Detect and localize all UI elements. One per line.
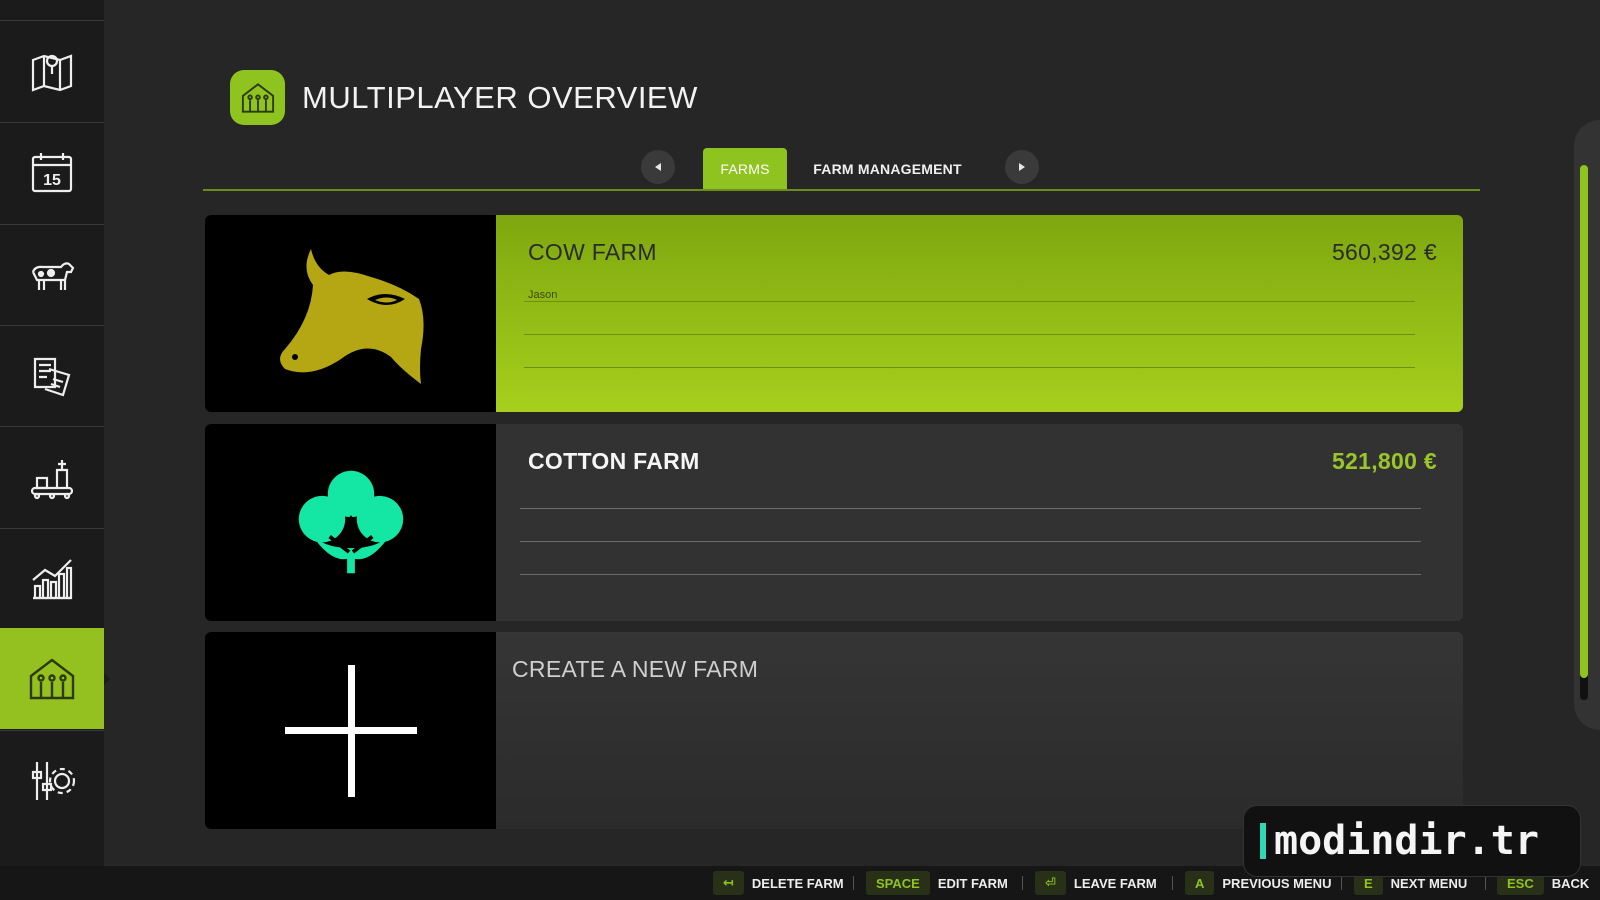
sidebar: 15 xyxy=(0,0,110,866)
key-a: A xyxy=(1185,871,1215,895)
watermark-text: modindir.tr xyxy=(1274,818,1539,864)
hint-delete-farm[interactable]: ↤ DELETE FARM xyxy=(713,870,844,896)
key-backspace: ↤ xyxy=(713,871,744,895)
farm-row-cow[interactable]: COW FARM 560,392 € Jason xyxy=(205,215,1463,412)
page-title: MULTIPLAYER OVERVIEW xyxy=(302,80,698,115)
contracts-icon xyxy=(33,357,71,397)
member-line xyxy=(524,301,1415,302)
farm-name: COTTON FARM xyxy=(528,448,700,474)
sidebar-item-calendar[interactable]: 15 xyxy=(0,122,104,223)
calendar-icon: 15 xyxy=(31,153,73,193)
calendar-day: 15 xyxy=(43,172,61,189)
hint-label: NEXT MENU xyxy=(1390,875,1468,891)
farm-building-icon xyxy=(230,70,285,125)
member-line xyxy=(520,541,1421,542)
hint-label: PREVIOUS MENU xyxy=(1222,875,1332,891)
multiplayer-farm-icon xyxy=(29,657,75,699)
arrow-right-icon xyxy=(1019,163,1025,171)
scrollbar-thumb[interactable] xyxy=(1580,165,1588,678)
key-enter: ⏎ xyxy=(1035,871,1066,895)
cow-icon xyxy=(31,262,75,290)
sidebar-item-production[interactable] xyxy=(0,426,104,527)
tab-prev-button[interactable] xyxy=(641,150,675,184)
hint-separator xyxy=(1022,876,1023,890)
sidebar-item-statistics[interactable] xyxy=(0,528,104,629)
tab-farms[interactable]: FARMS xyxy=(703,148,787,189)
farm-info: CREATE A NEW FARM xyxy=(496,632,1463,829)
hint-leave-farm[interactable]: ⏎ LEAVE FARM xyxy=(1035,870,1157,896)
farm-name: COW FARM xyxy=(528,239,657,265)
hint-label: LEAVE FARM xyxy=(1073,875,1157,891)
member-line xyxy=(520,574,1421,575)
map-icon xyxy=(31,54,73,92)
hint-label: EDIT FARM xyxy=(937,875,1008,891)
sidebar-item-map[interactable] xyxy=(0,20,104,121)
farm-icon-box xyxy=(205,215,496,412)
sidebar-item-multiplayer[interactable] xyxy=(0,628,110,729)
farm-icon-box xyxy=(205,632,496,829)
hint-label: DELETE FARM xyxy=(751,875,844,891)
statistics-icon xyxy=(32,559,73,600)
watermark: modindir.tr xyxy=(1243,805,1581,877)
member-line xyxy=(520,508,1421,509)
farm-info: COW FARM 560,392 € Jason xyxy=(496,215,1463,412)
tab-underline xyxy=(203,189,1480,191)
plus-icon xyxy=(284,664,417,797)
hint-separator xyxy=(1341,876,1342,890)
farm-row-cotton[interactable]: COTTON FARM 521,800 € xyxy=(205,424,1463,621)
hint-separator xyxy=(1172,876,1173,890)
active-indicator xyxy=(104,672,110,685)
hint-separator xyxy=(1485,876,1486,890)
member-line xyxy=(524,367,1415,368)
sidebar-item-contracts[interactable] xyxy=(0,325,104,426)
sidebar-item-settings[interactable] xyxy=(0,730,104,831)
production-icon xyxy=(30,460,74,500)
hint-label: BACK xyxy=(1551,875,1590,891)
tab-next-button[interactable] xyxy=(1005,150,1039,184)
sidebar-item-animals[interactable] xyxy=(0,224,104,325)
create-farm-row[interactable]: CREATE A NEW FARM xyxy=(205,632,1463,829)
hint-edit-farm[interactable]: SPACE EDIT FARM xyxy=(866,870,1008,896)
farm-money: 560,392 € xyxy=(1331,239,1437,265)
tab-farm-management[interactable]: FARM MANAGEMENT xyxy=(800,148,975,189)
farm-member: Jason xyxy=(528,289,558,301)
hint-separator xyxy=(853,876,854,890)
cotton-icon xyxy=(298,470,403,573)
farm-info: COTTON FARM 521,800 € xyxy=(496,424,1463,621)
create-farm-label: CREATE A NEW FARM xyxy=(512,656,759,682)
arrow-left-icon xyxy=(655,163,661,171)
member-line xyxy=(524,334,1415,335)
key-space: SPACE xyxy=(866,871,930,895)
cow-head-icon xyxy=(279,248,424,384)
farm-icon-box xyxy=(205,424,496,621)
farm-money: 521,800 € xyxy=(1331,448,1437,474)
settings-icon xyxy=(31,762,76,800)
watermark-bar xyxy=(1260,823,1266,859)
